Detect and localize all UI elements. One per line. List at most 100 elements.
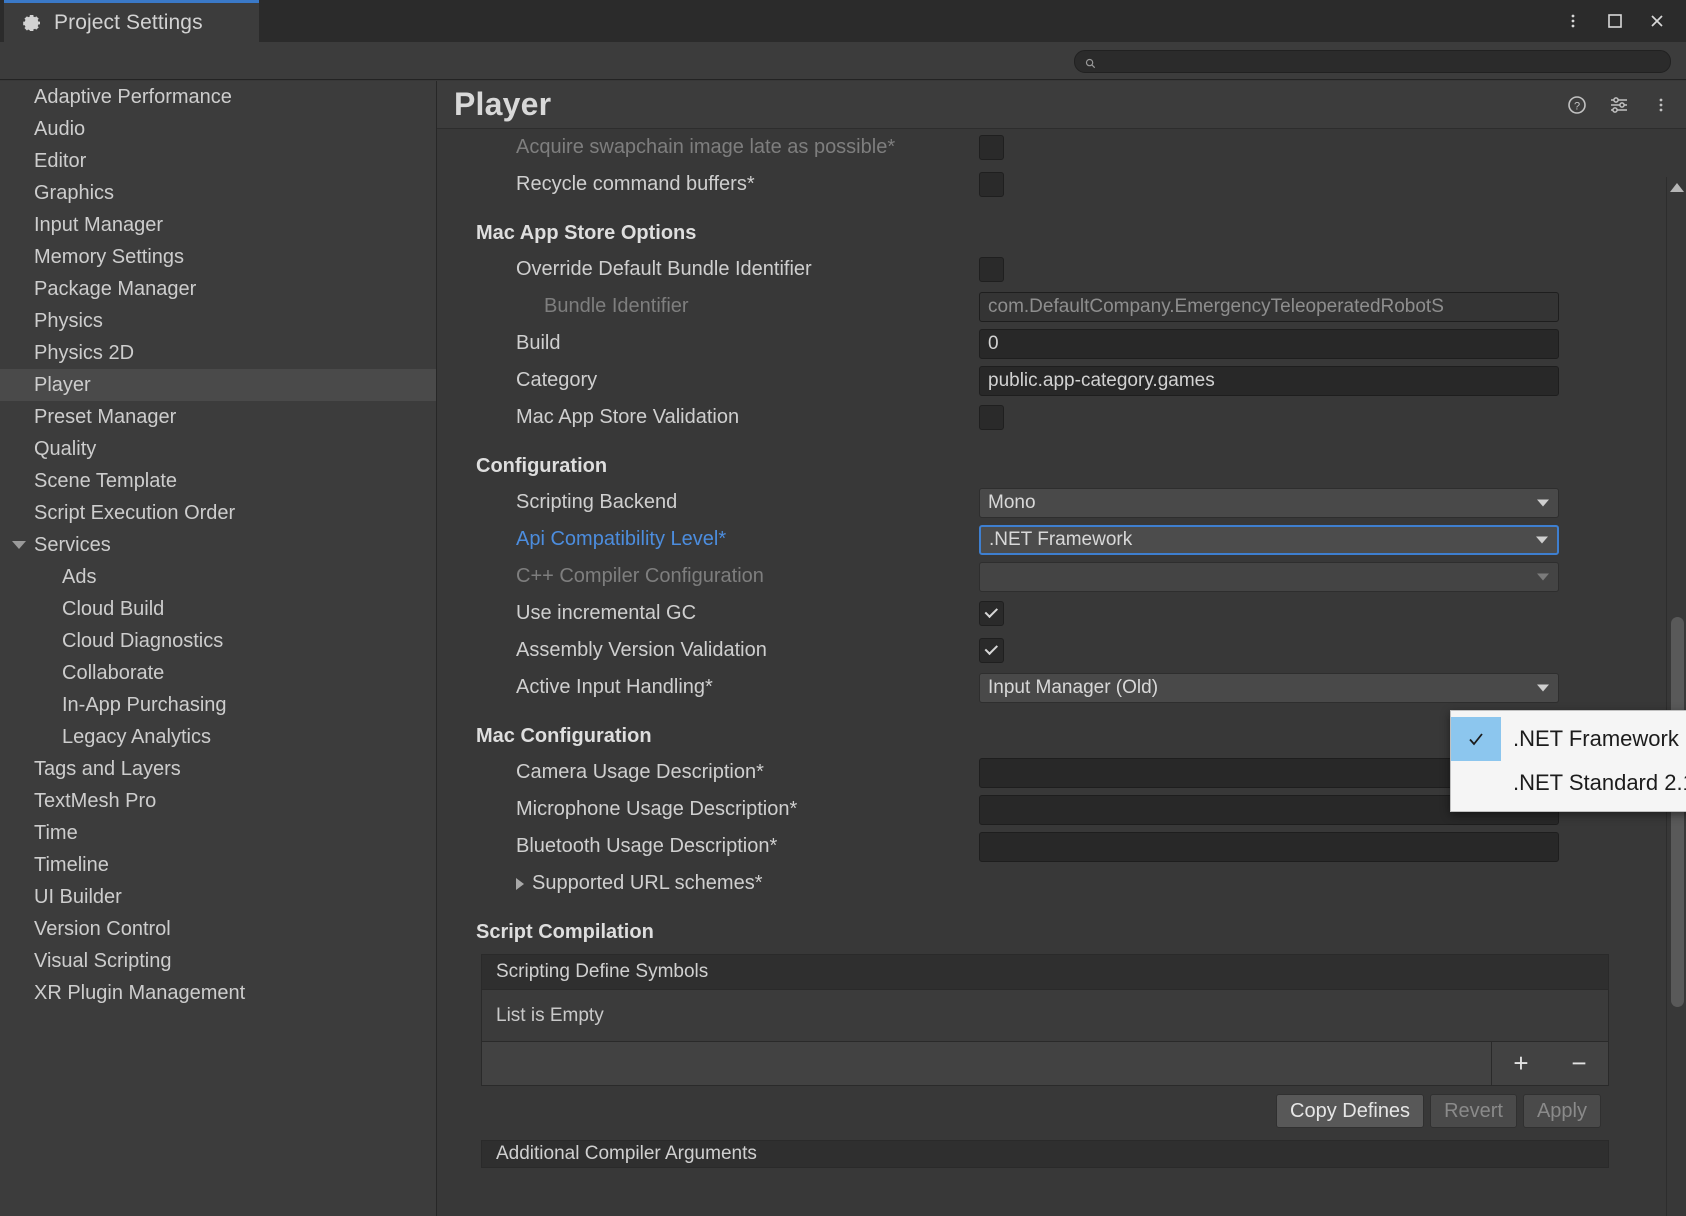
sidebar-item-player[interactable]: Player <box>0 369 436 401</box>
menu-option-net-framework[interactable]: .NET Framework <box>1451 717 1686 761</box>
sidebar-item-cloud-build[interactable]: Cloud Build <box>0 593 436 625</box>
sidebar-item-label: Player <box>34 373 91 396</box>
sidebar-item-package-manager[interactable]: Package Manager <box>0 273 436 305</box>
field <box>979 166 1004 203</box>
help-icon[interactable]: ? <box>1566 94 1588 116</box>
scripting-backend-dropdown[interactable]: Mono <box>979 487 1559 518</box>
sidebar-item-textmesh-pro[interactable]: TextMesh Pro <box>0 785 436 817</box>
sidebar-item-ui-builder[interactable]: UI Builder <box>0 881 436 913</box>
sidebar-item-time[interactable]: Time <box>0 817 436 849</box>
field <box>979 399 1004 436</box>
row-mac-app-store-validation: Mac App Store Validation <box>476 399 1672 436</box>
row-bundle-identifier: Bundle Identifier com.DefaultCompany.Eme… <box>476 288 1672 325</box>
sidebar-item-label: Graphics <box>34 181 115 204</box>
api-compatibility-level-dropdown[interactable]: .NET Framework <box>979 524 1559 555</box>
sidebar-item-visual-scripting[interactable]: Visual Scripting <box>0 945 436 977</box>
chevron-down-icon[interactable] <box>12 541 26 549</box>
bluetooth-usage-description-input[interactable] <box>979 831 1559 862</box>
list-add-remove-controls: + − <box>1491 1041 1609 1086</box>
sidebar-item-script-execution-order[interactable]: Script Execution Order <box>0 497 436 529</box>
mac-app-store-validation-checkbox[interactable] <box>979 405 1004 430</box>
sidebar-item-tags-and-layers[interactable]: Tags and Layers <box>0 753 436 785</box>
sidebar-item-label: Legacy Analytics <box>62 725 211 748</box>
check-icon <box>1451 761 1501 805</box>
sidebar-item-cloud-diagnostics[interactable]: Cloud Diagnostics <box>0 625 436 657</box>
sidebar-item-legacy-analytics[interactable]: Legacy Analytics <box>0 721 436 753</box>
maximize-icon[interactable] <box>1604 10 1626 32</box>
revert-button[interactable]: Revert <box>1430 1094 1517 1128</box>
search-box[interactable] <box>1074 50 1671 73</box>
assembly-version-validation-checkbox[interactable] <box>979 638 1004 663</box>
sidebar-item-graphics[interactable]: Graphics <box>0 177 436 209</box>
panel-header: Player ? <box>437 81 1686 129</box>
preset-icon[interactable] <box>1608 94 1630 116</box>
sidebar-item-label: Audio <box>34 117 86 140</box>
use-incremental-gc-checkbox[interactable] <box>979 601 1004 626</box>
scroll-up-icon[interactable] <box>1669 183 1684 192</box>
sidebar-item-in-app-purchasing[interactable]: In-App Purchasing <box>0 689 436 721</box>
chevron-right-icon[interactable] <box>516 877 524 890</box>
list-footer: + − <box>481 1041 1609 1086</box>
project-settings-window: Project Settings Adaptive Performance Aud… <box>0 0 1686 1216</box>
menu-option-label: .NET Standard 2.1 <box>1513 770 1686 795</box>
chevron-down-icon <box>1536 536 1548 543</box>
copy-defines-button[interactable]: Copy Defines <box>1276 1094 1425 1128</box>
window-controls <box>1562 0 1678 42</box>
vertical-scrollbar[interactable] <box>1666 177 1686 1216</box>
menu-option-net-standard-2-1[interactable]: .NET Standard 2.1 <box>1451 761 1686 805</box>
sidebar-item-collaborate[interactable]: Collaborate <box>0 657 436 689</box>
active-input-handling-dropdown[interactable]: Input Manager (Old) <box>979 672 1559 703</box>
add-define-button[interactable]: + <box>1513 1048 1528 1079</box>
sidebar-item-input-manager[interactable]: Input Manager <box>0 209 436 241</box>
row-supported-url-schemes[interactable]: Supported URL schemes* <box>476 865 1672 902</box>
field <box>979 828 1559 865</box>
chevron-down-icon <box>1537 573 1549 580</box>
scrollbar-thumb[interactable] <box>1671 617 1684 1007</box>
sidebar-item-preset-manager[interactable]: Preset Manager <box>0 401 436 433</box>
row-label: Camera Usage Description* <box>516 761 764 783</box>
sidebar-item-memory-settings[interactable]: Memory Settings <box>0 241 436 273</box>
sidebar-item-adaptive-performance[interactable]: Adaptive Performance <box>0 81 436 113</box>
sidebar-item-label: Tags and Layers <box>34 757 181 780</box>
sidebar-item-quality[interactable]: Quality <box>0 433 436 465</box>
build-input[interactable]: 0 <box>979 328 1559 359</box>
close-icon[interactable] <box>1646 10 1668 32</box>
window-menu-icon[interactable] <box>1562 10 1584 32</box>
sidebar-item-version-control[interactable]: Version Control <box>0 913 436 945</box>
row-label: Assembly Version Validation <box>516 639 767 661</box>
list-empty-message: List is Empty <box>481 990 1609 1042</box>
sidebar-item-editor[interactable]: Editor <box>0 145 436 177</box>
sidebar-item-label: In-App Purchasing <box>62 693 227 716</box>
sidebar-item-audio[interactable]: Audio <box>0 113 436 145</box>
sidebar-item-label: XR Plugin Management <box>34 981 246 1004</box>
sidebar-item-timeline[interactable]: Timeline <box>0 849 436 881</box>
tab-project-settings[interactable]: Project Settings <box>4 0 259 42</box>
api-compatibility-level-menu[interactable]: .NET Framework .NET Standard 2.1 <box>1450 710 1686 812</box>
sidebar-item-ads[interactable]: Ads <box>0 561 436 593</box>
field: 0 <box>979 325 1559 362</box>
row-label[interactable]: Api Compatibility Level* <box>476 528 726 551</box>
sidebar-item-physics[interactable]: Physics <box>0 305 436 337</box>
override-bundle-id-checkbox[interactable] <box>979 257 1004 282</box>
sidebar-item-scene-template[interactable]: Scene Template <box>0 465 436 497</box>
bundle-identifier-input[interactable]: com.DefaultCompany.EmergencyTeleoperated… <box>979 291 1559 322</box>
check-icon <box>1451 717 1501 761</box>
acquire-swapchain-checkbox[interactable] <box>979 135 1004 160</box>
category-input[interactable]: public.app-category.games <box>979 365 1559 396</box>
apply-button[interactable]: Apply <box>1522 1094 1601 1128</box>
row-scripting-backend: Scripting Backend Mono <box>476 484 1672 521</box>
field <box>979 595 1004 632</box>
sidebar-item-services[interactable]: Services <box>0 529 436 561</box>
field: com.DefaultCompany.EmergencyTeleoperated… <box>979 288 1559 325</box>
search-input[interactable] <box>1102 54 1660 69</box>
svg-text:?: ? <box>1574 101 1580 113</box>
settings-sidebar[interactable]: Adaptive Performance Audio Editor Graphics I… <box>0 81 437 1216</box>
sidebar-item-label: Services <box>34 533 111 556</box>
remove-define-button[interactable]: − <box>1571 1048 1586 1079</box>
sidebar-item-physics-2d[interactable]: Physics 2D <box>0 337 436 369</box>
sidebar-item-label: Quality <box>34 437 97 460</box>
sidebar-item-xr-plugin-management[interactable]: XR Plugin Management <box>0 977 436 1009</box>
more-menu-icon[interactable] <box>1650 94 1672 116</box>
recycle-buffers-checkbox[interactable] <box>979 172 1004 197</box>
sidebar-item-label: Version Control <box>34 917 171 940</box>
